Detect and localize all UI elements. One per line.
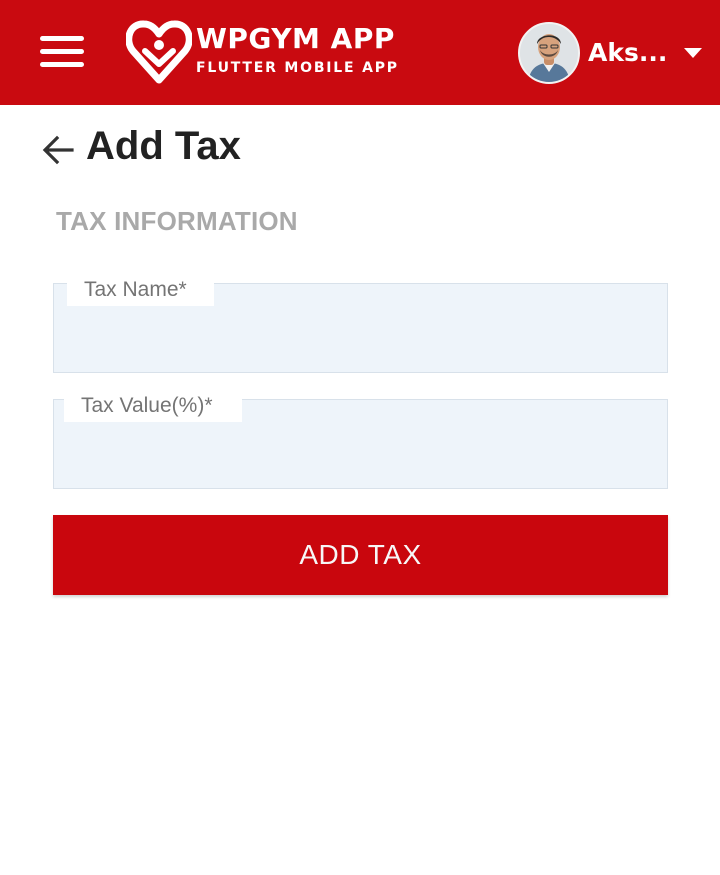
add-tax-button[interactable]: ADD TAX: [53, 515, 668, 595]
heart-gym-logo-icon: [126, 20, 192, 84]
tax-name-field[interactable]: Tax Name*: [53, 274, 668, 373]
menu-line: [40, 62, 84, 67]
page-header: Add Tax: [40, 124, 440, 172]
brand-logo: WPGYM APP FLUTTER MOBILE APP: [126, 20, 399, 86]
user-name[interactable]: Aks...: [588, 38, 667, 67]
user-avatar[interactable]: [518, 22, 580, 84]
brand-name: WPGYM APP: [196, 22, 395, 55]
tax-value-label: Tax Value(%)*: [64, 390, 242, 422]
page-title: Add Tax: [86, 124, 241, 168]
brand-tagline: FLUTTER MOBILE APP: [196, 60, 399, 76]
tax-name-input[interactable]: [54, 306, 667, 372]
section-title: TAX INFORMATION: [56, 206, 298, 236]
caret-down-icon[interactable]: [684, 48, 702, 58]
menu-line: [40, 49, 84, 54]
tax-name-label: Tax Name*: [67, 274, 214, 306]
arrow-left-icon[interactable]: [40, 132, 76, 168]
avatar-image: [520, 24, 578, 82]
tax-value-field[interactable]: Tax Value(%)*: [53, 390, 668, 489]
app-bar: WPGYM APP FLUTTER MOBILE APP Aks...: [0, 0, 720, 105]
menu-line: [40, 36, 84, 41]
tax-value-input[interactable]: [54, 422, 667, 488]
user-menu[interactable]: Aks...: [516, 20, 708, 86]
hamburger-menu-icon[interactable]: [38, 34, 86, 72]
